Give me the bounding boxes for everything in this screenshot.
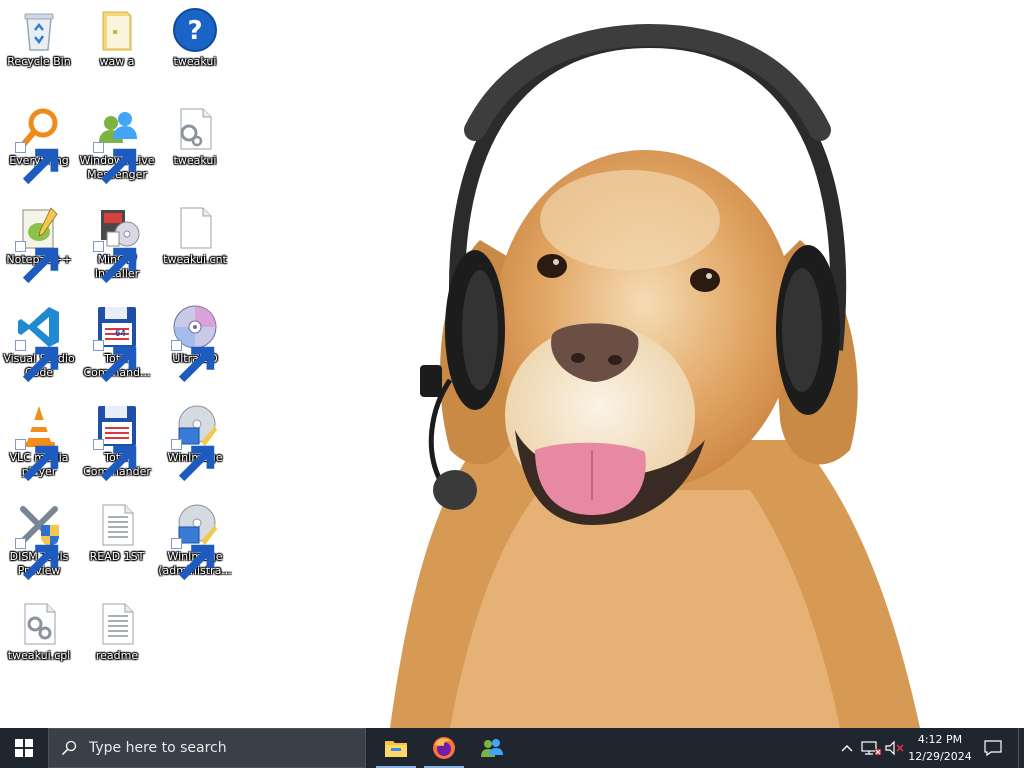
desktop-icon-label: READ 1ST: [89, 550, 145, 563]
control-panel-file-icon: [15, 600, 63, 648]
taskbar-app-firefox[interactable]: [424, 728, 464, 768]
clock-time: 4:12 PM: [917, 733, 963, 746]
clock-date: 12/29/2024: [908, 750, 972, 763]
volume-muted-icon[interactable]: [884, 739, 906, 757]
desktop-icon-mingw-installer[interactable]: MinGW Installer: [78, 198, 156, 294]
notepad-plus-plus-icon: [15, 204, 63, 284]
desktop-icon-label: tweakui.cpl: [7, 649, 71, 662]
desktop-icon-label: tweakui: [173, 154, 217, 167]
shortcut-arrow-icon: [15, 241, 59, 284]
text-document-icon: [93, 600, 141, 648]
vlc-cone-icon: [15, 402, 63, 482]
text-document-icon: [93, 501, 141, 549]
desktop-icon-label: Recycle Bin: [7, 55, 71, 68]
desktop-icon-label: waw a: [99, 55, 135, 68]
desktop-icon-label: tweakui: [173, 55, 217, 68]
shortcut-arrow-icon: [93, 439, 137, 482]
desktop-icon-total-commander-64[interactable]: 64 Total Command...: [78, 297, 156, 393]
shortcut-arrow-icon: [171, 439, 215, 482]
shortcut-arrow-icon: [171, 340, 215, 383]
file-explorer-icon: [385, 741, 407, 757]
desktop-icon-winimage[interactable]: WinImage: [156, 396, 234, 492]
vscode-icon: [15, 303, 63, 383]
installer-icon: [93, 204, 141, 284]
settings-file-icon: [171, 105, 219, 153]
recycle-bin-icon: [15, 6, 63, 54]
desktop-icon-everything[interactable]: Everything: [0, 99, 78, 195]
windows-logo-icon: [15, 739, 33, 757]
svg-text:?: ?: [187, 16, 202, 46]
network-icon[interactable]: [860, 739, 882, 757]
everything-search-icon: [15, 105, 63, 185]
desktop-icon-total-commander[interactable]: Total Commander: [78, 396, 156, 492]
taskbar: Type here to search 4:12 PM 12/29/2024: [0, 728, 1024, 768]
folder-icon: [93, 6, 141, 54]
firefox-icon: [433, 737, 455, 759]
start-button[interactable]: [0, 728, 48, 768]
messenger-icon: [481, 739, 503, 757]
desktop-icon-label: tweakui.cnt: [163, 253, 227, 266]
svg-text:64: 64: [115, 329, 126, 339]
shortcut-arrow-icon: [93, 142, 137, 185]
desktop-icon-windows-live-messenger[interactable]: Windows Live Messenger: [78, 99, 156, 195]
show-desktop-button[interactable]: [1018, 728, 1024, 768]
disc-icon: [171, 303, 219, 383]
desktop-icon-tweakui-help[interactable]: ? tweakui: [156, 0, 234, 96]
desktop-icon-ultraiso[interactable]: UltraISO: [156, 297, 234, 393]
taskbar-app-messenger[interactable]: [472, 728, 512, 768]
total-commander-64-icon: 64: [93, 303, 141, 383]
shortcut-arrow-icon: [15, 142, 59, 185]
taskbar-clock[interactable]: 4:12 PM 12/29/2024: [906, 730, 974, 766]
shortcut-arrow-icon: [171, 538, 215, 581]
notification-center-button[interactable]: [978, 728, 1008, 768]
desktop-icon-readme-1st[interactable]: READ 1ST: [78, 495, 156, 591]
winimage-icon: [171, 501, 219, 581]
desktop-icon-tweakui-cnt[interactable]: tweakui.cnt: [156, 198, 234, 294]
desktop-icon-label: readme: [95, 649, 139, 662]
shortcut-arrow-icon: [15, 340, 59, 383]
search-placeholder: Type here to search: [89, 740, 227, 756]
taskbar-search-box[interactable]: Type here to search: [48, 728, 366, 768]
messenger-icon: [93, 105, 141, 185]
help-icon: ?: [171, 6, 219, 54]
notification-icon: [984, 740, 1002, 757]
search-icon: [61, 740, 77, 756]
shortcut-arrow-icon: [15, 538, 59, 581]
desktop-icon-vlc[interactable]: VLC media player: [0, 396, 78, 492]
desktop-icon-winimage-admin[interactable]: WinImage (administra...: [156, 495, 234, 591]
shortcut-arrow-icon: [93, 340, 137, 383]
desktop-icon-readme[interactable]: readme: [78, 594, 156, 690]
shortcut-arrow-icon: [93, 241, 137, 284]
desktop-icon-recycle-bin[interactable]: Recycle Bin: [0, 0, 78, 96]
dism-tools-icon: [15, 501, 63, 581]
chevron-up-icon[interactable]: [838, 738, 856, 758]
winimage-icon: [171, 402, 219, 482]
total-commander-icon: [93, 402, 141, 482]
shortcut-arrow-icon: [15, 439, 59, 482]
wallpaper-dog-headset: [390, 23, 920, 728]
desktop-icon-tweakui-file[interactable]: tweakui: [156, 99, 234, 195]
desktop-icon-notepad-plus-plus[interactable]: Notepad++: [0, 198, 78, 294]
desktop-icon-dism-tools[interactable]: DISM Tools Preview: [0, 495, 78, 591]
blank-file-icon: [171, 204, 219, 252]
desktop-icon-tweakui-cpl[interactable]: tweakui.cpl: [0, 594, 78, 690]
desktop-icon-visual-studio-code[interactable]: Visual Studio Code: [0, 297, 78, 393]
desktop-icon-waw-a[interactable]: waw a: [78, 0, 156, 96]
taskbar-app-file-explorer[interactable]: [376, 728, 416, 768]
desktop[interactable]: Recycle Bin Everything Notepad++ Visual …: [0, 0, 1024, 728]
